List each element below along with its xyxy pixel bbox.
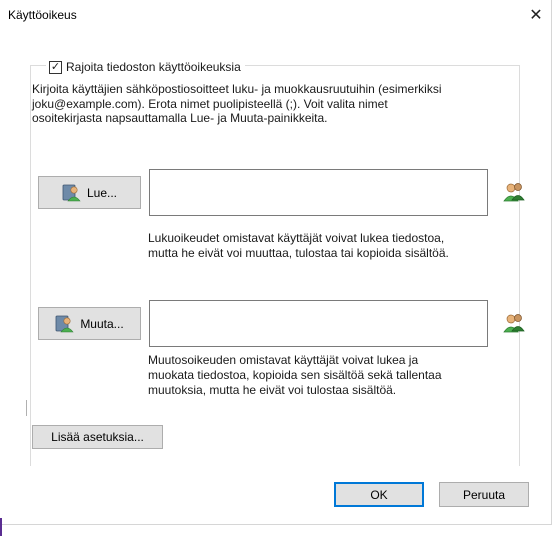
read-button[interactable]: Lue... [38, 176, 141, 209]
address-book-icon [503, 314, 525, 333]
user-icon [55, 315, 74, 332]
change-note: Muutosoikeuden omistavat käyttäjät voiva… [148, 353, 508, 398]
background-edge [0, 518, 2, 536]
read-address-book-button[interactable] [500, 178, 528, 206]
user-icon [62, 184, 81, 201]
close-button[interactable]: ✕ [521, 0, 551, 30]
check-icon: ✓ [50, 60, 61, 73]
instructions-line: joku@example.com). Erota nimet puolipist… [32, 96, 388, 111]
read-note-line: Lukuoikeudet omistavat käyttäjät voivat … [148, 231, 445, 245]
instructions-line: osoitekirjasta napsauttamalla Lue- ja Mu… [32, 111, 328, 125]
change-note-line: Muutosoikeuden omistavat käyttäjät voiva… [148, 353, 419, 367]
read-users-field[interactable] [149, 169, 488, 216]
restrict-label: Rajoita tiedoston käyttöoikeuksia [66, 60, 241, 74]
change-users-field[interactable] [149, 300, 488, 347]
ok-button[interactable]: OK [334, 482, 424, 507]
divider [26, 400, 27, 416]
change-button-label: Muuta... [80, 316, 124, 331]
address-book-icon [503, 183, 525, 202]
restrict-checkbox[interactable]: ✓ [49, 60, 62, 74]
read-note-line: mutta he eivät voi muuttaa, tulostaa tai… [148, 246, 449, 260]
title-bar: Käyttöoikeus ✕ [0, 0, 551, 30]
restrict-checkbox-row[interactable]: ✓ Rajoita tiedoston käyttöoikeuksia [46, 60, 245, 74]
read-button-label: Lue... [86, 185, 118, 200]
instructions-text: Kirjoita käyttäjien sähköpostiosoitteet … [32, 82, 520, 126]
close-icon: ✕ [529, 7, 543, 24]
permission-dialog: Käyttöoikeus ✕ ✓ Rajoita tiedoston käytt… [0, 0, 552, 525]
cancel-button[interactable]: Peruuta [439, 482, 529, 507]
read-note: Lukuoikeudet omistavat käyttäjät voivat … [148, 231, 508, 261]
more-options-button[interactable]: Lisää asetuksia... [32, 425, 163, 449]
change-button[interactable]: Muuta... [38, 307, 141, 340]
instructions-line: Kirjoita käyttäjien sähköpostiosoitteet … [32, 82, 442, 96]
change-note-line: muutoksia, mutta he eivät voi tulostaa s… [148, 383, 397, 397]
dialog-title: Käyttöoikeus [8, 8, 77, 22]
change-note-line: muokata tiedostoa, kopioida sen sisältöä… [148, 368, 442, 382]
change-address-book-button[interactable] [500, 309, 528, 337]
